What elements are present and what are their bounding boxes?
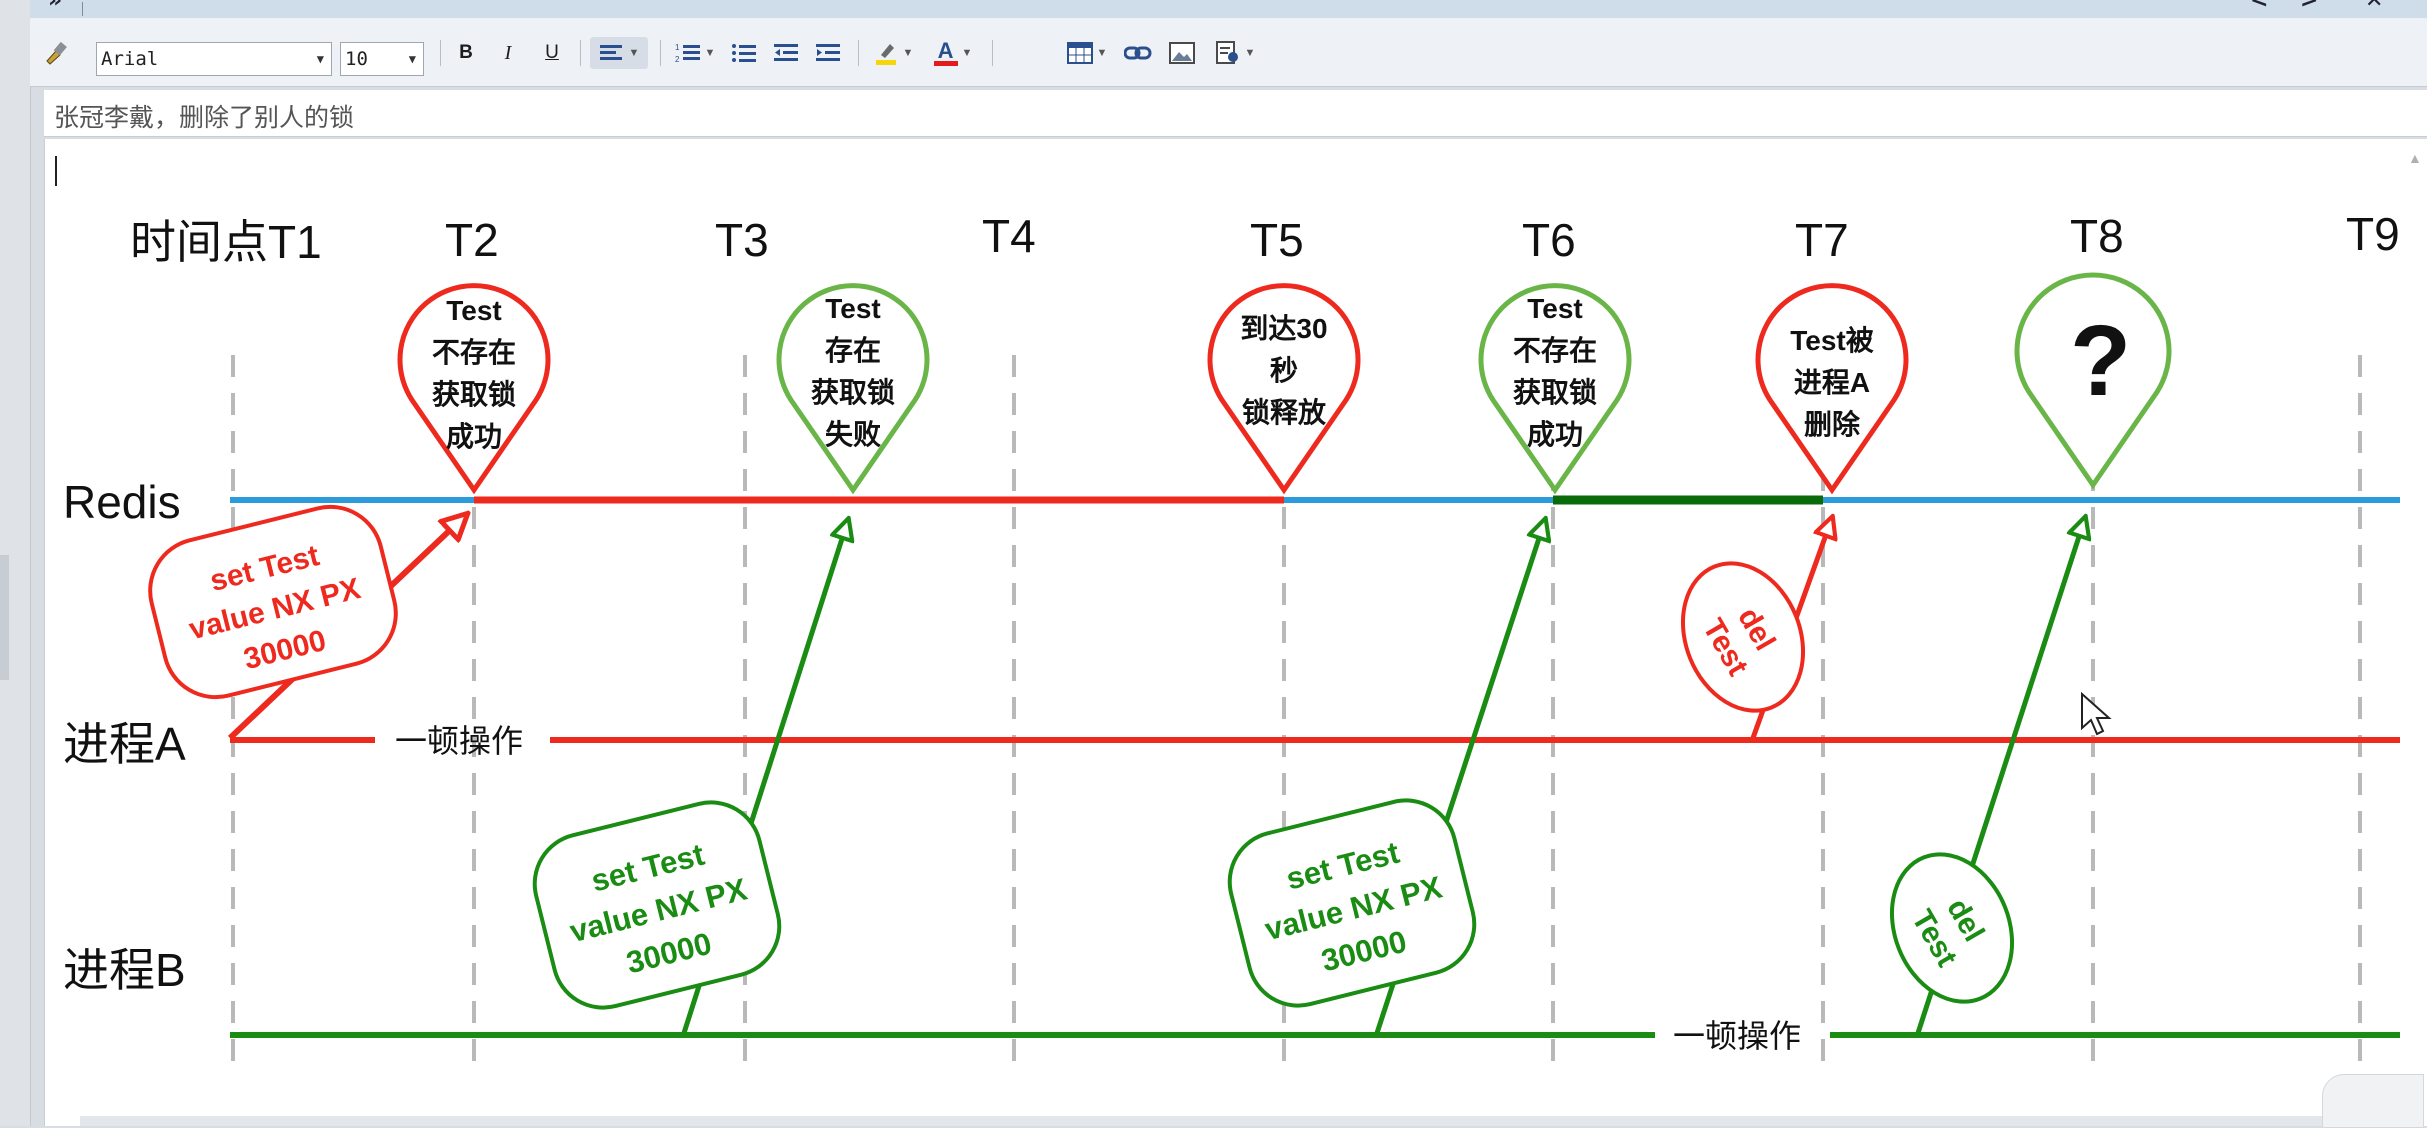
time-label-t8: T8	[2070, 210, 2124, 262]
row-label-redis: Redis	[63, 476, 181, 528]
process-b-pause-label: 一顿操作	[1673, 1018, 1801, 1054]
command-bubble-b-set-t3: set Test value NX PX 30000	[532, 800, 782, 1010]
time-label-t3: T3	[715, 214, 769, 266]
process-a-pause-label: 一顿操作	[395, 723, 523, 759]
pin-t5-line: 秒	[1270, 355, 1298, 386]
pin-t3-line: 获取锁	[811, 376, 895, 408]
time-label-t9: T9	[2346, 208, 2400, 260]
pin-t7-line: 删除	[1804, 408, 1861, 440]
pin-t2-line: 获取锁	[432, 378, 516, 410]
time-label-t2: T2	[445, 214, 499, 266]
time-label-t1: 时间点T1	[130, 216, 322, 268]
pin-t6-line: Test	[1527, 293, 1583, 324]
pin-t8: ?	[2014, 272, 2172, 490]
question-mark-label: ?	[2070, 305, 2131, 417]
pin-t2-line: 不存在	[432, 336, 516, 368]
pin-t5: 到达30 秒 锁释放	[1207, 283, 1361, 495]
pin-t3-line: 存在	[825, 334, 881, 366]
time-label-t6: T6	[1522, 214, 1576, 266]
pin-t6-line: 获取锁	[1513, 376, 1597, 408]
pin-t6: Test 不存在 获取锁 成功	[1478, 283, 1632, 495]
redis-lock-timeline-diagram: 时间点T1 T2 T3 T4 T5 T6 T7 T8 T9 Redis 进程A …	[63, 208, 2400, 1072]
pin-t5-line: 到达30	[1240, 313, 1327, 344]
pin-t7-line: Test被	[1790, 325, 1874, 356]
pin-t2-line: 成功	[446, 421, 502, 452]
pin-t3: Test 存在 获取锁 失败	[776, 283, 930, 495]
time-label-t5: T5	[1250, 214, 1304, 266]
command-bubble-a-del: del Test	[1680, 561, 1806, 713]
pin-t3-line: 失败	[825, 419, 881, 450]
pin-t6-line: 成功	[1527, 419, 1583, 450]
command-bubble-b-del: del Test	[1889, 852, 2015, 1004]
pin-t2: Test 不存在 获取锁 成功	[397, 283, 551, 495]
pin-t2-line: Test	[446, 295, 502, 326]
time-label-t7: T7	[1795, 214, 1849, 266]
pin-t7-line: 进程A	[1794, 367, 1870, 398]
time-labels: 时间点T1 T2 T3 T4 T5 T6 T7 T8 T9	[130, 208, 2400, 268]
command-bubble-b-set-t6: set Test value NX PX 30000	[1227, 798, 1477, 1008]
time-label-t4: T4	[982, 210, 1036, 262]
mouse-pointer-icon	[2081, 691, 2112, 736]
row-label-process-a: 进程A	[63, 718, 186, 770]
pin-t7: Test被 进程A 删除	[1755, 283, 1909, 495]
pin-t6-line: 不存在	[1513, 334, 1597, 366]
pin-t3-line: Test	[825, 293, 881, 324]
pin-t5-line: 锁释放	[1242, 396, 1327, 428]
row-label-process-b: 进程B	[63, 944, 186, 996]
